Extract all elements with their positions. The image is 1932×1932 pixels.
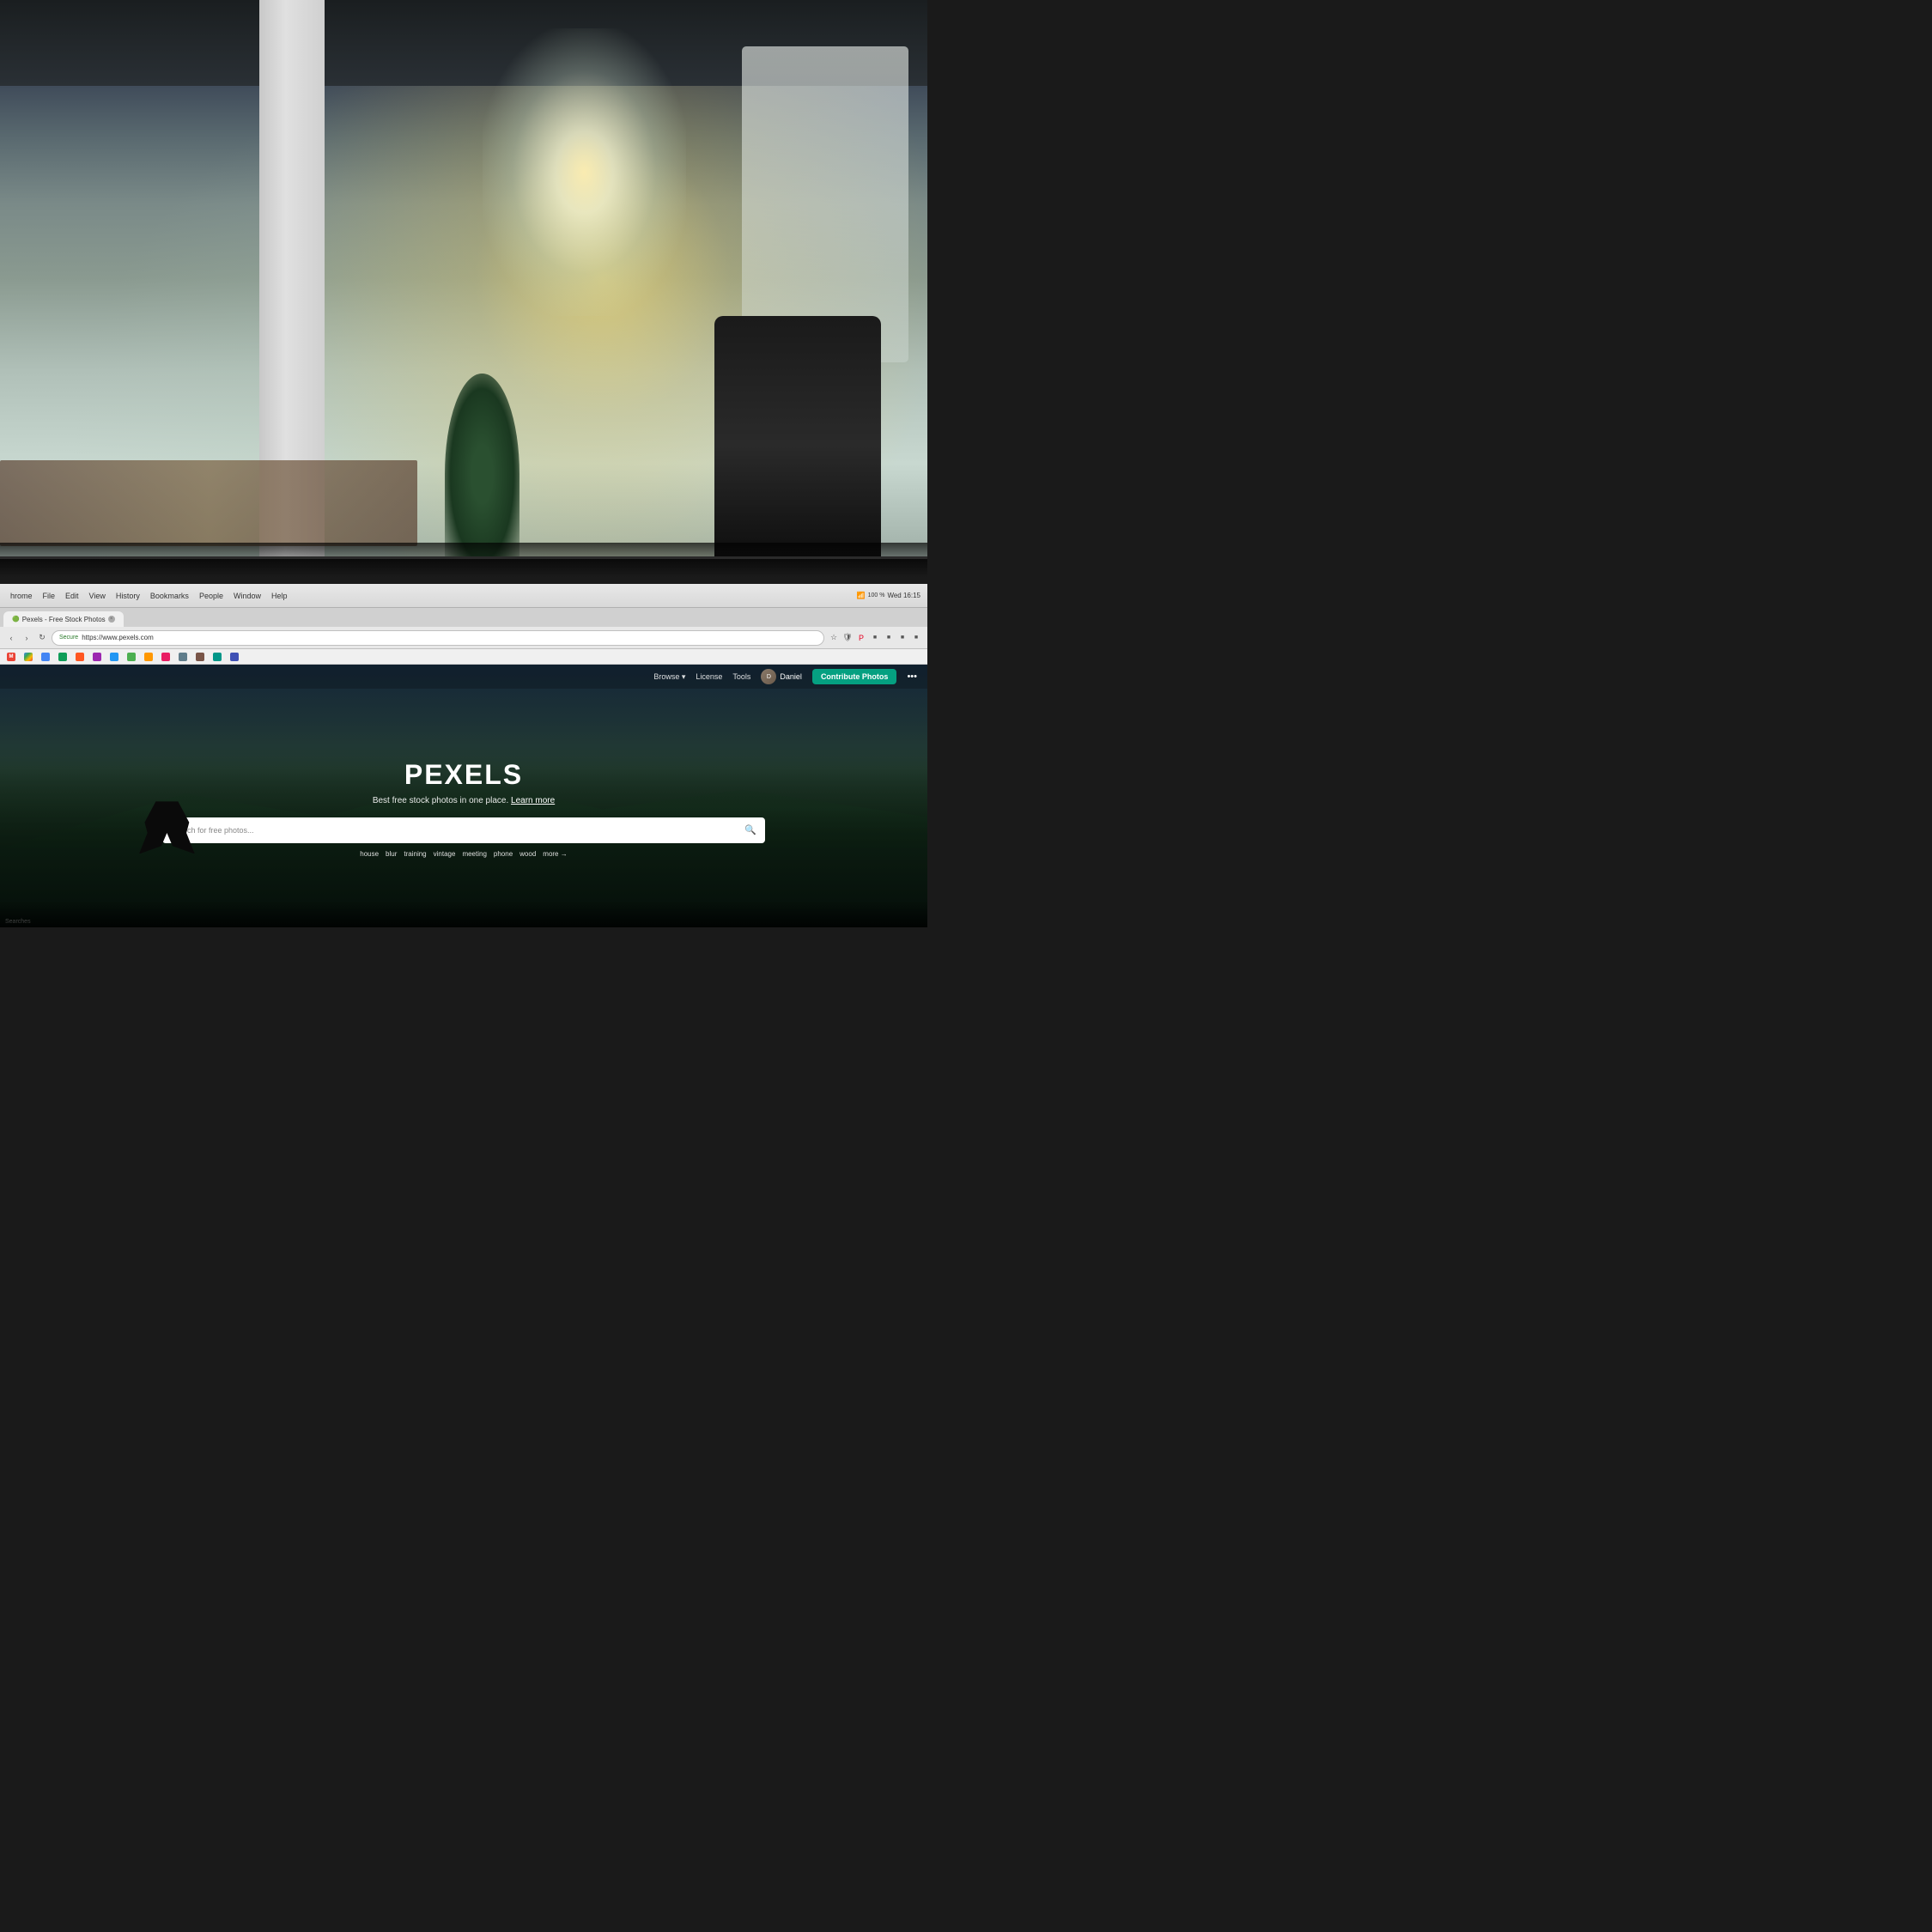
menu-history[interactable]: History xyxy=(112,590,143,602)
misc8-icon xyxy=(196,653,204,661)
pexels-logo: PEXELS xyxy=(404,759,523,791)
active-tab[interactable]: 🟢 Pexels - Free Stock Photos × xyxy=(3,611,124,627)
url-field[interactable]: Secure https://www.pexels.com xyxy=(52,630,824,646)
tab-favicon: 🟢 xyxy=(12,616,20,623)
tab-bar: 🟢 Pexels - Free Stock Photos × xyxy=(0,608,927,627)
tag-phone[interactable]: phone xyxy=(494,850,513,858)
wifi-icon: 📶 xyxy=(857,592,866,599)
bookmark-misc-3[interactable] xyxy=(106,652,122,662)
menu-people[interactable]: People xyxy=(196,590,227,602)
tag-meeting[interactable]: meeting xyxy=(462,850,486,858)
menu-edit[interactable]: Edit xyxy=(62,590,82,602)
gdrive-icon xyxy=(24,653,33,661)
bookmark-misc-5[interactable] xyxy=(141,652,156,662)
nav-browse[interactable]: Browse ▾ xyxy=(653,672,685,682)
clock: Wed 16:15 xyxy=(887,592,920,599)
menu-window[interactable]: Window xyxy=(230,590,264,602)
learn-more-link[interactable]: Learn more xyxy=(511,796,555,805)
tag-more[interactable]: more → xyxy=(543,850,567,858)
secure-icon: Secure xyxy=(59,635,78,641)
tag-blur[interactable]: blur xyxy=(386,850,397,858)
nav-tools[interactable]: Tools xyxy=(732,672,750,681)
menu-chrome[interactable]: hrome xyxy=(7,590,36,602)
misc9-icon xyxy=(213,653,222,661)
search-tags-row: house blur training vintage meeting phon… xyxy=(360,850,567,858)
misc7-icon xyxy=(179,653,187,661)
tag-training[interactable]: training xyxy=(404,850,426,858)
website-content: Browse ▾ License Tools D Daniel Contribu… xyxy=(0,665,927,927)
system-tray: 📶 100 % Wed 16:15 xyxy=(857,592,920,599)
user-avatar: D xyxy=(761,669,776,684)
ext-icon-1[interactable]: ■ xyxy=(869,632,881,644)
desk xyxy=(0,460,417,546)
menu-file[interactable]: File xyxy=(39,590,59,602)
misc6-icon xyxy=(161,653,170,661)
bookmark-gmail[interactable]: M xyxy=(3,652,19,662)
gcal-icon xyxy=(41,653,50,661)
pexels-navbar: Browse ▾ License Tools D Daniel Contribu… xyxy=(0,665,927,689)
reload-button[interactable]: ↻ xyxy=(36,632,48,644)
tag-wood[interactable]: wood xyxy=(519,850,536,858)
shield-icon[interactable]: 🛡 xyxy=(841,632,854,644)
nav-user[interactable]: D Daniel xyxy=(761,669,802,684)
tab-title: Pexels - Free Stock Photos xyxy=(22,616,106,623)
hiker-body xyxy=(139,801,195,854)
contribute-photos-button[interactable]: Contribute Photos xyxy=(812,669,897,684)
menu-bookmarks[interactable]: Bookmarks xyxy=(147,590,192,602)
url-text: https://www.pexels.com xyxy=(82,634,154,641)
office-scene xyxy=(0,0,927,575)
menu-view[interactable]: View xyxy=(86,590,109,602)
tag-vintage[interactable]: vintage xyxy=(434,850,456,858)
bookmark-cal[interactable] xyxy=(38,652,53,662)
menu-help[interactable]: Help xyxy=(268,590,291,602)
browse-dropdown-icon: ▾ xyxy=(682,672,686,681)
ext-icon-4[interactable]: ■ xyxy=(910,632,922,644)
search-placeholder: Search for free photos... xyxy=(171,826,744,835)
bookmark-misc-10[interactable] xyxy=(227,652,242,662)
forward-button[interactable]: › xyxy=(21,632,33,644)
window-right xyxy=(742,46,908,362)
bookmark-gdrive[interactable] xyxy=(21,652,36,662)
ext-icon-2[interactable]: ■ xyxy=(883,632,895,644)
bookmark-misc-1[interactable] xyxy=(72,652,88,662)
bookmarks-bar: M xyxy=(0,649,927,665)
address-bar: ‹ › ↻ Secure https://www.pexels.com ☆ 🛡 … xyxy=(0,627,927,649)
bookmark-misc-8[interactable] xyxy=(192,652,208,662)
gmail-icon: M xyxy=(7,653,15,661)
bookmark-misc-7[interactable] xyxy=(175,652,191,662)
hiker-silhouette xyxy=(139,801,195,854)
search-bar[interactable]: Search for free photos... 🔍 xyxy=(162,817,765,843)
bookmark-misc-2[interactable] xyxy=(89,652,105,662)
battery-icon: 100 % xyxy=(868,592,885,598)
misc5-icon xyxy=(144,653,153,661)
bookmark-misc-9[interactable] xyxy=(210,652,225,662)
username-label: Daniel xyxy=(780,672,802,681)
bookmark-star-icon[interactable]: ☆ xyxy=(828,632,840,644)
chrome-menubar: hrome File Edit View History Bookmarks P… xyxy=(0,584,927,608)
misc3-icon xyxy=(110,653,118,661)
misc1-icon xyxy=(76,653,84,661)
nav-right-items: Browse ▾ License Tools D Daniel Contribu… xyxy=(653,669,917,684)
toolbar-actions: ☆ 🛡 P ■ ■ ■ ■ xyxy=(828,632,922,644)
misc2-icon xyxy=(93,653,101,661)
pinterest-icon[interactable]: P xyxy=(855,632,867,644)
browser-window: hrome File Edit View History Bookmarks P… xyxy=(0,584,927,927)
window-glow xyxy=(483,28,687,316)
ext-icon-3[interactable]: ■ xyxy=(896,632,908,644)
bookmark-misc-6[interactable] xyxy=(158,652,173,662)
gcal2-icon xyxy=(58,653,67,661)
misc4-icon xyxy=(127,653,136,661)
chair xyxy=(714,316,881,574)
tab-close-button[interactable]: × xyxy=(108,616,115,623)
search-icon[interactable]: 🔍 xyxy=(744,824,756,835)
bookmark-misc-4[interactable] xyxy=(124,652,139,662)
bookmark-cal2[interactable] xyxy=(55,652,70,662)
hero-subtitle: Best free stock photos in one place. Lea… xyxy=(373,796,555,805)
back-button[interactable]: ‹ xyxy=(5,632,17,644)
screen-bottom-edge xyxy=(0,900,927,927)
nav-more-button[interactable]: ••• xyxy=(907,671,917,682)
nav-license[interactable]: License xyxy=(696,672,722,681)
misc10-icon xyxy=(230,653,239,661)
tag-house[interactable]: house xyxy=(360,850,379,858)
